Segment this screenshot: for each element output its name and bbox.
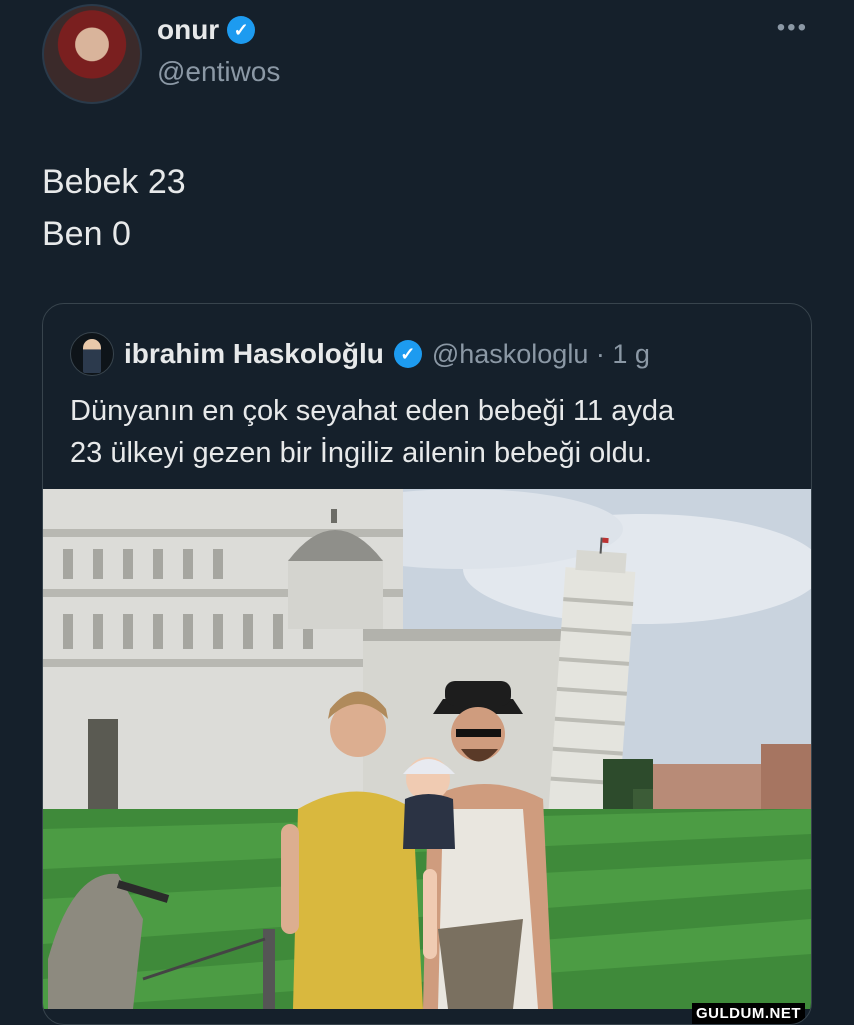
more-options-icon[interactable]: ••• <box>777 14 808 42</box>
quoted-tweet-text: Dünyanın en çok seyahat eden bebeği 11 a… <box>70 390 790 474</box>
quoted-tweet-card[interactable]: ibrahim Haskoloğlu ✓ @haskologlu · 1 g D… <box>42 303 812 1025</box>
tweet-text-line: Ben 0 <box>42 215 131 253</box>
tweet-text-line: Bebek 23 <box>42 163 186 201</box>
quoted-tweet-photo[interactable] <box>43 489 811 1009</box>
author-name[interactable]: onur <box>157 14 219 46</box>
author-name-row: onur ✓ <box>157 14 256 46</box>
quoted-author-name[interactable]: ibrahim Haskoloğlu <box>124 338 384 370</box>
author-handle[interactable]: @entiwos <box>157 56 280 88</box>
quoted-text-line: 23 ülkeyi gezen bir İngiliz ailenin bebe… <box>70 437 652 469</box>
watermark: GULDUM.NET <box>692 1003 805 1024</box>
verified-badge-icon: ✓ <box>393 340 422 368</box>
quoted-author-handle[interactable]: @haskologlu · 1 g <box>432 339 650 370</box>
quoted-tweet-header: ibrahim Haskoloğlu ✓ @haskologlu · 1 g <box>70 332 650 376</box>
quoted-text-line: Dünyanın en çok seyahat eden bebeği 11 a… <box>70 395 675 427</box>
tweet-text: Bebek 23 Ben 0 <box>42 156 186 260</box>
verified-badge-icon: ✓ <box>227 16 256 44</box>
quoted-author-avatar[interactable] <box>70 332 114 376</box>
author-avatar[interactable] <box>42 4 142 104</box>
